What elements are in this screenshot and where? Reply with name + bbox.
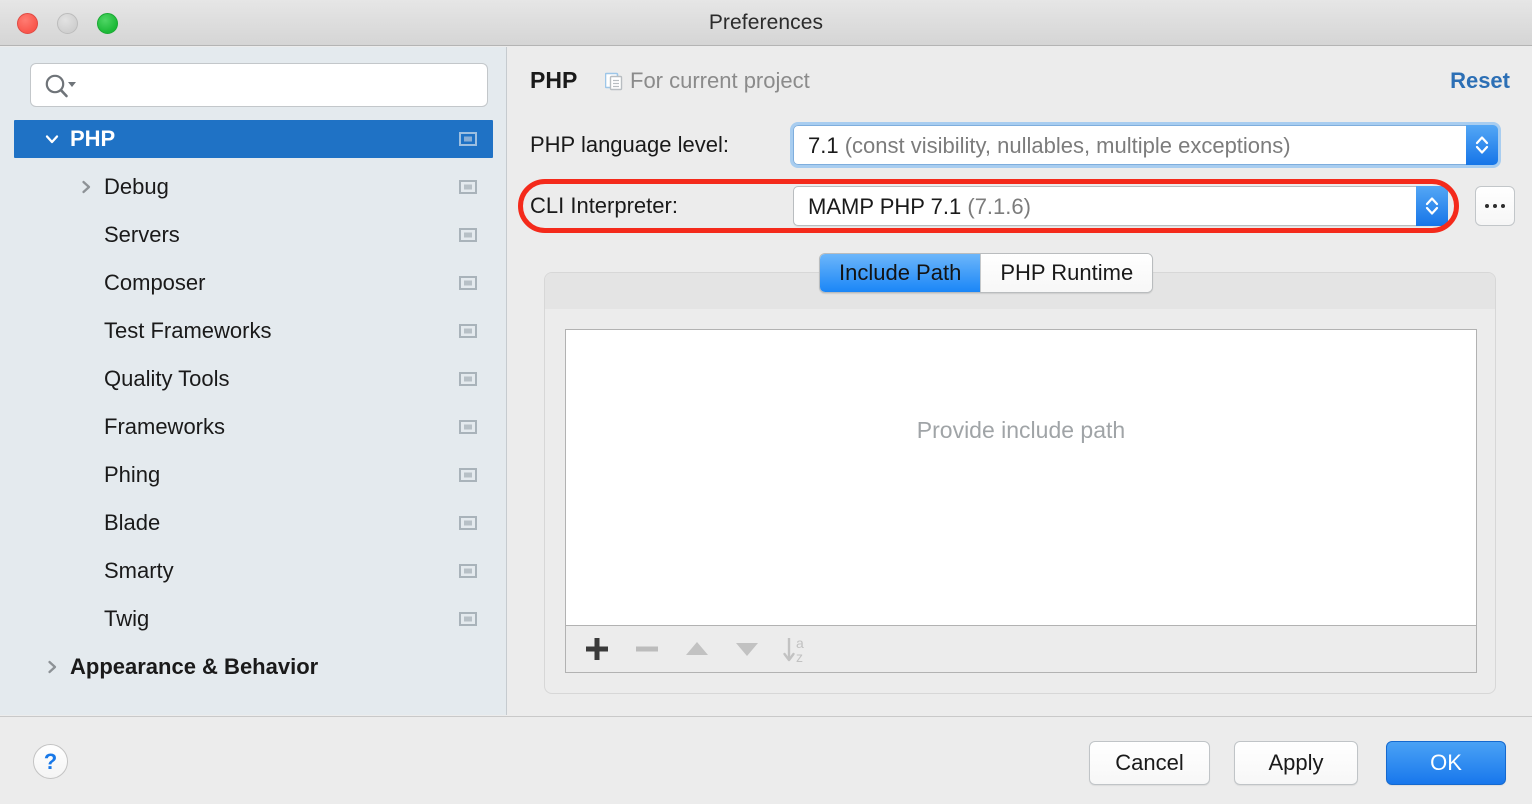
move-up-button[interactable]	[680, 633, 714, 665]
sidebar-item-label: Appearance & Behavior	[70, 654, 319, 679]
module-scope-icon	[459, 228, 477, 242]
move-down-button[interactable]	[730, 633, 764, 665]
reset-link[interactable]: Reset	[1450, 68, 1510, 94]
module-scope-icon	[459, 612, 477, 626]
sidebar-item-composer[interactable]: Composer	[14, 264, 493, 302]
page-title: PHP	[530, 67, 578, 93]
sidebar-item-label: Phing	[104, 462, 161, 487]
module-scope-icon	[459, 420, 477, 434]
preferences-dialog: Preferences PHP Debug Servers Composer Test …	[0, 0, 1532, 804]
search-field[interactable]	[30, 63, 488, 107]
settings-sidebar: PHP Debug Servers Composer Test Frameworks Qu…	[0, 47, 507, 715]
sidebar-item-test-frameworks[interactable]: Test Frameworks	[14, 312, 493, 350]
sidebar-item-label: Debug	[104, 174, 169, 199]
sidebar-item-label: PHP	[70, 126, 116, 151]
dialog-footer: ? Cancel Apply OK	[0, 716, 1532, 804]
sidebar-item-debug[interactable]: Debug	[14, 168, 493, 206]
chevron-down-icon[interactable]	[44, 131, 60, 147]
module-scope-icon	[459, 468, 477, 482]
module-scope-icon	[459, 516, 477, 530]
include-path-empty-text: Provide include path	[916, 417, 1126, 443]
cli-interpreter-value: MAMP PHP 7.1 (7.1.6)	[808, 194, 1031, 220]
sidebar-item-quality-tools[interactable]: Quality Tools	[14, 360, 493, 398]
sidebar-item-frameworks[interactable]: Frameworks	[14, 408, 493, 446]
sidebar-item-label: Quality Tools	[104, 366, 230, 391]
sidebar-item-appearance-behavior[interactable]: Appearance & Behavior	[14, 648, 493, 686]
module-scope-icon	[459, 372, 477, 386]
remove-button[interactable]	[630, 633, 664, 665]
sidebar-item-servers[interactable]: Servers	[14, 216, 493, 254]
sidebar-item-label: Smarty	[104, 558, 174, 583]
sidebar-item-label: Test Frameworks	[104, 318, 272, 343]
php-language-level-value-main: 7.1	[808, 133, 839, 158]
tab-label: PHP Runtime	[1000, 260, 1134, 285]
sidebar-item-label: Blade	[104, 510, 161, 535]
scope-label: For current project	[630, 68, 810, 93]
sidebar-item-label: Servers	[104, 222, 180, 247]
module-scope-icon	[459, 180, 477, 194]
apply-button[interactable]: Apply	[1234, 741, 1358, 785]
cli-interpreter-label: CLI Interpreter:	[530, 193, 678, 218]
php-language-level-value-detail: (const visibility, nullables, multiple e…	[844, 133, 1291, 158]
help-button[interactable]: ?	[33, 744, 68, 779]
settings-content-panel: PHP For current project Reset PHP langua…	[508, 47, 1532, 715]
chevron-right-icon[interactable]	[78, 179, 94, 195]
sidebar-item-php[interactable]: PHP	[14, 120, 493, 158]
interpreter-options-groupbox: Provide include path a z	[544, 272, 1496, 694]
tab-include-path[interactable]: Include Path	[820, 254, 981, 292]
search-icon[interactable]	[43, 73, 77, 99]
window-title: Preferences	[708, 11, 824, 34]
tab-label: Include Path	[839, 260, 962, 285]
sidebar-item-label: Twig	[104, 606, 150, 631]
sidebar-item-smarty[interactable]: Smarty	[14, 552, 493, 590]
title-bar: Preferences	[0, 0, 1532, 46]
sidebar-item-blade[interactable]: Blade	[14, 504, 493, 542]
include-path-list[interactable]: Provide include path a z	[565, 329, 1477, 673]
sidebar-item-phing[interactable]: Phing	[14, 456, 493, 494]
sidebar-item-label: Composer	[104, 270, 206, 295]
svg-text:z: z	[796, 649, 803, 665]
ellipsis-icon	[1485, 204, 1505, 208]
tab-php-runtime[interactable]: PHP Runtime	[980, 254, 1153, 292]
cli-interpreter-stepper-icon[interactable]	[1416, 186, 1448, 226]
add-button[interactable]	[580, 633, 614, 665]
interpreter-tabs: Include Path PHP Runtime	[819, 253, 1154, 293]
php-language-level-label: PHP language level:	[530, 132, 729, 157]
sidebar-item-label: Frameworks	[104, 414, 226, 439]
cli-interpreter-browse-button[interactable]	[1475, 186, 1515, 226]
module-scope-icon	[459, 276, 477, 290]
chevron-right-icon[interactable]	[44, 659, 60, 675]
php-language-level-stepper-icon[interactable]	[1466, 125, 1498, 165]
cli-interpreter-value-main: MAMP PHP 7.1	[808, 194, 962, 219]
module-copy-icon	[604, 72, 625, 92]
sort-alphabetically-icon[interactable]: a z	[780, 633, 824, 665]
module-scope-icon	[459, 324, 477, 338]
module-scope-icon	[459, 132, 477, 146]
cancel-button[interactable]: Cancel	[1089, 741, 1210, 785]
ok-button[interactable]: OK	[1386, 741, 1506, 785]
cli-interpreter-value-detail: (7.1.6)	[967, 194, 1031, 219]
sidebar-item-twig[interactable]: Twig	[14, 600, 493, 638]
php-language-level-combobox[interactable]: 7.1 (const visibility, nullables, multip…	[790, 122, 1501, 168]
php-language-level-value: 7.1 (const visibility, nullables, multip…	[808, 133, 1291, 159]
cli-interpreter-combobox[interactable]: MAMP PHP 7.1 (7.1.6)	[793, 186, 1448, 226]
include-path-toolbar: a z	[566, 625, 1476, 672]
module-scope-icon	[459, 564, 477, 578]
